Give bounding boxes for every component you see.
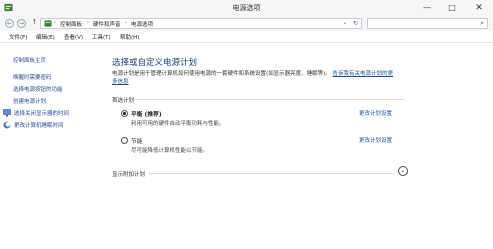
search-input[interactable] — [368, 19, 468, 28]
control-panel-icon — [44, 20, 52, 27]
back-button[interactable]: ← — [5, 19, 14, 28]
chevron-down-icon[interactable]: ⌄ — [398, 166, 408, 176]
breadcrumb-separator: › — [54, 20, 56, 26]
address-row: ← → ↑ › 控制面板 › 硬件和声音 › 电源选项 ⌄ ↻ ⌕ — [0, 16, 493, 31]
plan-balanced-change-settings-link[interactable]: 更改计划设置 — [359, 109, 392, 117]
breadcrumb-separator: › — [87, 20, 89, 26]
plan-balanced-name[interactable]: 平衡 (推荐) — [131, 109, 162, 118]
display-power-icon — [3, 109, 11, 117]
sidebar-item-control-panel-home[interactable]: 控制面板主页 — [13, 56, 46, 64]
up-button[interactable]: ↑ — [30, 19, 39, 28]
page-title: 选择或自定义电源计划 — [112, 58, 198, 68]
plan-power-saver-change-settings-link[interactable]: 更改计划设置 — [359, 136, 392, 144]
show-additional-plans-label[interactable]: 显示附加计划 — [112, 170, 145, 178]
address-bar[interactable]: › 控制面板 › 硬件和声音 › 电源选项 ⌄ ↻ — [40, 18, 362, 29]
main-content: 选择或自定义电源计划 电源计划是用于管理计算机如何使用电源的一套硬件和系统设置(… — [104, 44, 493, 249]
plan-power-saver-radio[interactable] — [121, 137, 128, 144]
section-divider — [148, 173, 394, 174]
sidebar-item-create-plan[interactable]: 创建电源计划 — [13, 97, 46, 105]
sleep-icon — [3, 121, 11, 129]
sidebar-item-display-off-time[interactable]: 选择关闭显示器的时间 — [14, 109, 69, 117]
preferred-plans-heading: 首选计划 — [112, 98, 135, 104]
section-divider — [134, 99, 404, 100]
plan-power-saver-description: 尽可能降低计算机性能以节能。 — [131, 148, 209, 154]
menu-view[interactable]: 查看(V) — [64, 33, 83, 41]
menu-help[interactable]: 帮助(H) — [120, 33, 139, 41]
sidebar-item-require-password[interactable]: 唤醒时需要密码 — [13, 73, 52, 81]
description-text: 电源计划是用于管理计算机如何使用电源的一套硬件和系统设置(如显示器亮度、睡眠等)… — [112, 71, 331, 77]
maximize-button[interactable]: □ — [440, 0, 464, 16]
sidebar: 控制面板主页 唤醒时需要密码 选择电源按钮的功能 创建电源计划 选择关闭显示器的… — [0, 44, 104, 249]
close-button[interactable]: ✕ — [465, 0, 493, 16]
forward-button[interactable]: → — [17, 19, 26, 28]
menu-edit[interactable]: 编辑(E) — [36, 33, 55, 41]
breadcrumb-power-options[interactable]: 电源选项 — [131, 20, 153, 28]
menu-tools[interactable]: 工具(T) — [92, 33, 111, 41]
sidebar-item-sleep-time[interactable]: 更改计算机睡眠时间 — [14, 121, 64, 129]
breadcrumb-separator: › — [125, 20, 127, 26]
minimize-button[interactable]: — — [415, 0, 439, 16]
search-box[interactable]: ⌕ — [367, 18, 488, 29]
plan-balanced-radio[interactable] — [121, 110, 128, 117]
plan-power-saver-name[interactable]: 节能 — [131, 136, 143, 145]
sidebar-item-power-button[interactable]: 选择电源按钮的功能 — [13, 85, 63, 93]
search-icon[interactable]: ⌕ — [480, 19, 484, 28]
address-dropdown-icon[interactable]: ⌄ — [343, 19, 347, 28]
refresh-icon[interactable]: ↻ — [353, 19, 358, 28]
menu-bar: 文件(F) 编辑(E) 查看(V) 工具(T) 帮助(H) — [0, 31, 493, 43]
plan-balanced-description: 利用可用的硬件自动平衡功耗与性能。 — [131, 121, 225, 127]
menu-file[interactable]: 文件(F) — [9, 33, 27, 41]
page-description: 电源计划是用于管理计算机如何使用电源的一套硬件和系统设置(如显示器亮度、睡眠等)… — [112, 70, 397, 86]
breadcrumb-control-panel[interactable]: 控制面板 — [60, 20, 82, 28]
breadcrumb-hardware-sound[interactable]: 硬件和声音 — [93, 20, 121, 28]
title-bar: 电源选项 — □ ✕ — [0, 0, 493, 16]
